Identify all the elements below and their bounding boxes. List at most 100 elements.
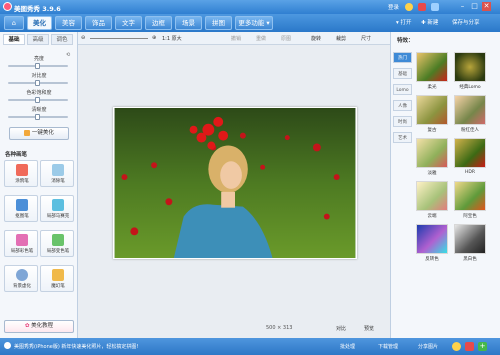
sharpness-slider[interactable] xyxy=(8,114,68,120)
close-button[interactable]: ✕ xyxy=(482,2,491,11)
image-size-label: 500 × 313 xyxy=(266,325,293,331)
actual-size-button[interactable]: 1:1 原大 xyxy=(162,35,182,42)
effect-tab-fashion[interactable]: 时尚 xyxy=(393,116,412,127)
tool-label: 魔幻笔 xyxy=(51,284,65,289)
effect-label: 经典Lomo xyxy=(459,85,481,90)
one-click-beautify-button[interactable]: 一键美化 xyxy=(9,127,69,140)
slider-knob[interactable] xyxy=(35,97,40,103)
tab-basic[interactable]: 基础 xyxy=(3,34,25,45)
tool-mosaic-brush[interactable]: 局部马赛克 xyxy=(40,195,74,222)
slider-knob[interactable] xyxy=(35,80,40,86)
rotate-button[interactable]: 旋转 xyxy=(311,35,321,42)
maximize-button[interactable]: □ xyxy=(470,2,479,11)
tab-beauty[interactable]: 美容 xyxy=(55,16,82,30)
tutorial-label: 美化教程 xyxy=(31,323,54,329)
new-button[interactable]: ✚ 新建 xyxy=(421,18,438,26)
tab-color[interactable]: 调色 xyxy=(51,34,73,45)
effect-tab-lomo[interactable]: Lomo xyxy=(393,84,412,95)
tutorial-button[interactable]: ✿ 美化教程 xyxy=(4,320,74,333)
tab-collage[interactable]: 拼图 xyxy=(205,16,232,30)
saturation-slider[interactable] xyxy=(8,97,68,103)
effects-title: 特效： xyxy=(397,38,414,44)
preview-button[interactable]: 预览 xyxy=(364,325,374,332)
effect-label: 淡雅 xyxy=(427,171,437,176)
tab-accessories[interactable]: 饰品 xyxy=(85,16,112,30)
effect-thumb[interactable] xyxy=(416,181,448,211)
effect-tab-hot[interactable]: 热门 xyxy=(393,52,412,63)
zoom-slider[interactable] xyxy=(90,38,148,39)
promo-link[interactable]: 美图秀秀(iPhone版) 新年快速美化照片，轻松搞定拼图! xyxy=(14,343,138,350)
resize-button[interactable]: 尺寸 xyxy=(361,35,371,42)
tool-label: 局部变色笔 xyxy=(46,249,70,254)
tool-magic-brush[interactable]: 魔幻笔 xyxy=(40,265,74,292)
effect-tab-art[interactable]: 艺术 xyxy=(393,132,412,143)
tool-label: 消除笔 xyxy=(51,179,65,184)
save-share-button[interactable]: 保存与分享 xyxy=(452,18,480,26)
smiley-icon[interactable] xyxy=(452,342,461,351)
login-link[interactable]: 登录 xyxy=(388,3,399,11)
tool-cutout-brush[interactable]: 抠图笔 xyxy=(4,195,38,222)
effect-thumb[interactable] xyxy=(454,138,486,168)
tab-advanced[interactable]: 高级 xyxy=(27,34,49,45)
red-app-icon[interactable] xyxy=(465,342,474,351)
crop-button[interactable]: 裁剪 xyxy=(336,35,346,42)
edited-photo[interactable] xyxy=(113,107,357,259)
effect-thumb[interactable] xyxy=(454,95,486,125)
effect-thumb[interactable] xyxy=(416,138,448,168)
slider-knob[interactable] xyxy=(35,114,40,120)
effect-label: 阿宝色 xyxy=(463,214,477,219)
tool-eraser-brush[interactable]: 消除笔 xyxy=(40,160,74,187)
tool-label: 抠图笔 xyxy=(15,214,29,219)
effect-label: 复古 xyxy=(427,128,437,133)
effect-thumb[interactable] xyxy=(454,224,486,254)
app-title: 美图秀秀 3.9.6 xyxy=(14,5,61,13)
mosaic-icon xyxy=(52,199,64,211)
redo-button[interactable]: 重做 xyxy=(256,35,266,42)
settings-icon[interactable] xyxy=(431,3,439,11)
open-button[interactable]: ▾ 打开 xyxy=(396,18,412,26)
tab-more[interactable]: 更多功能 ▾ xyxy=(235,16,273,30)
color-brush-icon xyxy=(16,234,28,246)
original-button[interactable]: 原图 xyxy=(281,35,291,42)
tab-frame[interactable]: 边框 xyxy=(145,16,172,30)
status-bar: 美图秀秀(iPhone版) 新年快速美化照片，轻松搞定拼图! 批处理 下载管理 … xyxy=(0,338,500,355)
eraser-icon xyxy=(52,164,64,176)
undo-button[interactable]: 撤销 xyxy=(231,35,241,42)
zoom-in-icon[interactable]: ⊕ xyxy=(152,35,156,41)
contrast-slider[interactable] xyxy=(8,80,68,86)
slider-knob[interactable] xyxy=(35,63,40,69)
tool-color-brush[interactable]: 局部彩色笔 xyxy=(4,230,38,257)
tool-background-blur[interactable]: 背景虚化 xyxy=(4,265,38,292)
batch-button[interactable]: 批处理 xyxy=(340,343,355,350)
tab-scene[interactable]: 场景 xyxy=(175,16,202,30)
effect-tab-basic[interactable]: 基础 xyxy=(393,68,412,79)
avatar-icon[interactable] xyxy=(405,3,413,11)
effect-thumb[interactable] xyxy=(454,181,486,211)
brightness-slider[interactable] xyxy=(8,63,68,69)
effect-thumb[interactable] xyxy=(416,95,448,125)
doodle-brush-icon xyxy=(16,164,28,176)
message-icon[interactable] xyxy=(418,3,426,11)
tool-recolor-brush[interactable]: 局部变色笔 xyxy=(40,230,74,257)
zoom-out-icon[interactable]: ⊖ xyxy=(81,35,85,41)
effect-label: 反转色 xyxy=(425,257,439,262)
effect-tab-portrait[interactable]: 人像 xyxy=(393,100,412,111)
tool-doodle-brush[interactable]: 涂鸦笔 xyxy=(4,160,38,187)
canvas-area: 500 × 313 对比 预览 xyxy=(78,45,390,338)
effect-thumb[interactable] xyxy=(454,52,486,82)
home-icon: ⌂ xyxy=(11,19,17,27)
minimize-button[interactable]: – xyxy=(458,2,467,11)
slider-label-saturation: 色彩饱和度 xyxy=(26,90,52,96)
title-bar: 美图秀秀 3.9.6 登录 – □ ✕ xyxy=(0,0,500,14)
plus-icon[interactable]: + xyxy=(478,342,487,351)
share-image-button[interactable]: 分享图片 xyxy=(418,343,438,350)
compare-button[interactable]: 对比 xyxy=(336,325,346,332)
home-tab[interactable]: ⌂ xyxy=(4,16,24,30)
tool-label: 局部彩色笔 xyxy=(10,249,34,254)
effect-label: 粉红佳人 xyxy=(461,128,479,133)
tab-text[interactable]: 文字 xyxy=(115,16,142,30)
effect-thumb[interactable] xyxy=(416,52,448,82)
download-manager-button[interactable]: 下载管理 xyxy=(378,343,398,350)
effect-thumb[interactable] xyxy=(416,224,448,254)
tab-beautify[interactable]: 美化 xyxy=(27,16,52,30)
